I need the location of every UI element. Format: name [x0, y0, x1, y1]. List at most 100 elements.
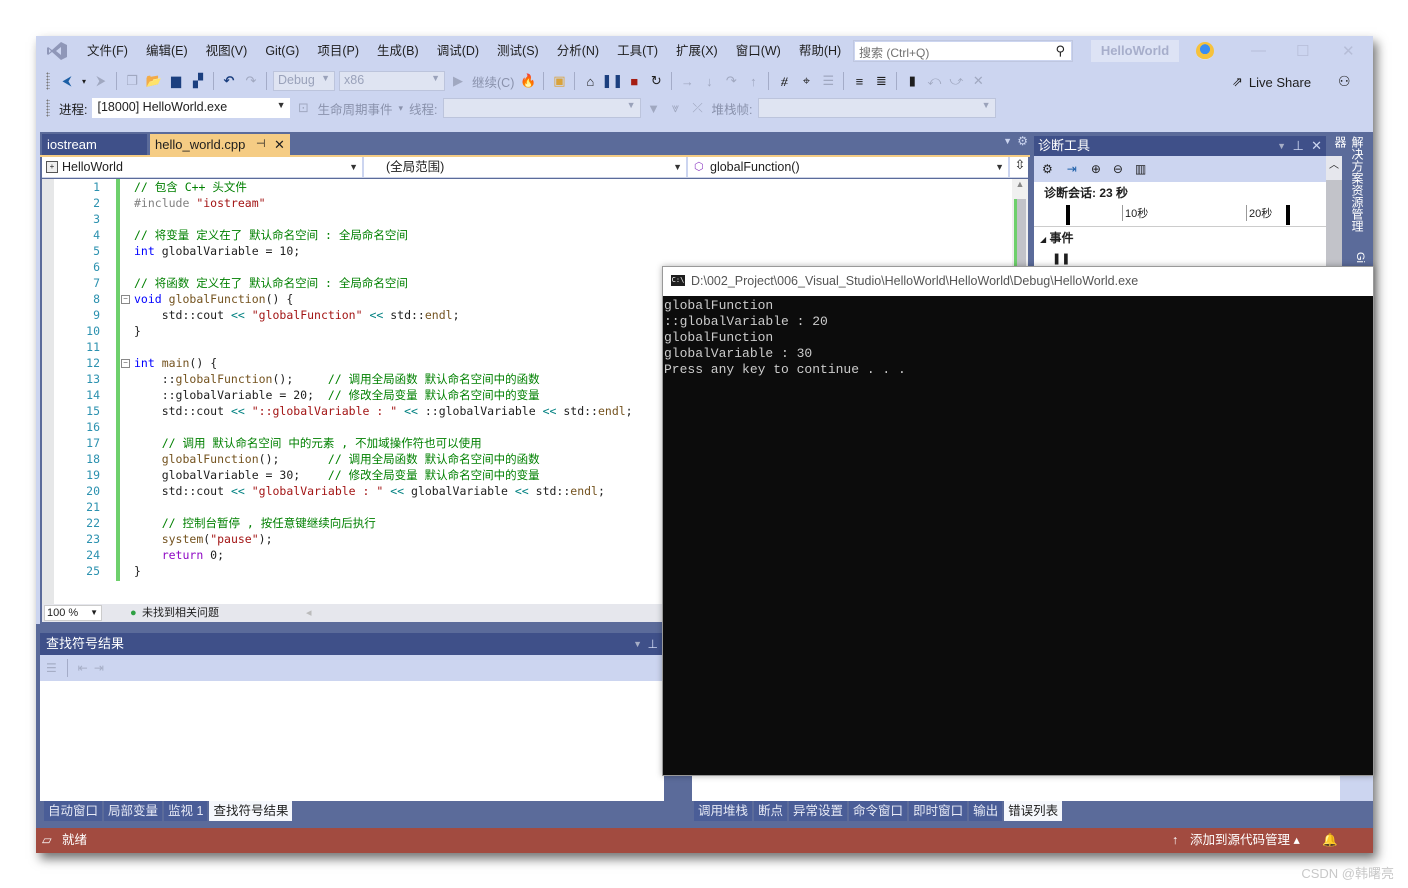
uncomment-icon[interactable]: ≣	[871, 71, 891, 91]
project-dropdown[interactable]: + HelloWorld ▼	[42, 157, 364, 177]
hex-display-icon[interactable]: ⧣	[774, 71, 794, 91]
fold-toggle-icon[interactable]: −	[121, 295, 130, 304]
process-window-icon[interactable]: ⌂	[580, 71, 600, 91]
back-dropdown-icon[interactable]: ▾	[79, 71, 89, 91]
console-window[interactable]: C:\ D:\002_Project\006_Visual_Studio\Hel…	[662, 266, 1374, 776]
step-over-icon[interactable]: ↷	[721, 71, 741, 91]
panel-menu-icon[interactable]: ▼	[633, 633, 642, 655]
bottom-tab[interactable]: 即时窗口	[909, 801, 968, 821]
menu-item-12[interactable]: 帮助(H)	[790, 36, 850, 66]
tab-hello-world-cpp[interactable]: hello_world.cpp ⊣ ✕	[150, 134, 290, 155]
close-tab-icon[interactable]: ✕	[274, 134, 285, 155]
toolbar-grip[interactable]	[46, 72, 50, 90]
menu-item-7[interactable]: 测试(S)	[488, 36, 548, 66]
next-result-icon[interactable]: ⇥	[94, 661, 104, 675]
zoom-out-icon[interactable]: ⊖	[1113, 162, 1123, 176]
tab-list-dropdown-icon[interactable]: ▼	[1003, 136, 1012, 146]
bookmark-icon[interactable]: ▮	[902, 71, 922, 91]
next-bookmark-icon[interactable]: ⤻	[946, 71, 966, 91]
menu-item-4[interactable]: 项目(P)	[308, 36, 368, 66]
export-icon[interactable]: ⇥	[1067, 162, 1077, 176]
issues-indicator[interactable]: 未找到相关问题	[142, 604, 219, 622]
search-box[interactable]: 搜索 (Ctrl+Q) ⚲	[853, 40, 1073, 62]
code-line[interactable]: // 包含 C++ 头文件	[134, 179, 1014, 195]
close-panel-icon[interactable]: ✕	[1311, 136, 1322, 156]
code-line[interactable]: int globalVariable = 10;	[134, 243, 1014, 259]
maximize-button[interactable]: ☐	[1296, 42, 1309, 60]
code-line[interactable]	[134, 211, 1014, 227]
stackframe-dropdown[interactable]: ▼	[757, 98, 996, 118]
bottom-tab[interactable]: 命令窗口	[849, 801, 908, 821]
forward-icon[interactable]: ⮞	[91, 71, 111, 91]
bottom-tab[interactable]: 查找符号结果	[209, 801, 293, 821]
open-file-icon[interactable]: 📂	[144, 71, 164, 91]
split-editor-icon[interactable]: ⇳	[1012, 157, 1028, 177]
platform-dropdown[interactable]: x86 ▼	[339, 71, 445, 91]
lifecycle-events-button[interactable]: 生命周期事件	[317, 99, 392, 118]
select-tools-icon[interactable]: ▥	[1135, 162, 1146, 176]
console-title-bar[interactable]: C:\ D:\002_Project\006_Visual_Studio\Hel…	[663, 267, 1373, 296]
minimize-button[interactable]: —	[1251, 42, 1266, 59]
settings-gear-icon[interactable]: ⚙	[1017, 134, 1028, 148]
pause-icon[interactable]: ❚❚	[601, 71, 623, 91]
code-line[interactable]: #include "iostream"	[134, 195, 1014, 211]
scope-dropdown[interactable]: (全局范围) ▼	[366, 157, 688, 177]
bottom-tab[interactable]: 局部变量	[104, 801, 163, 821]
step-out-icon[interactable]: ↑	[743, 71, 763, 91]
flag-filter-icon[interactable]: ⩔	[666, 98, 686, 118]
find-in-files-icon[interactable]: ▣	[549, 71, 569, 91]
menu-item-3[interactable]: Git(G)	[256, 36, 308, 66]
clear-results-icon[interactable]: ☰	[46, 661, 57, 675]
configuration-dropdown[interactable]: Debug ▼	[273, 71, 335, 91]
scroll-left-icon[interactable]: ◂	[306, 604, 312, 622]
member-dropdown[interactable]: ⬡ globalFunction() ▼	[690, 157, 1010, 177]
stop-icon[interactable]: ■	[624, 71, 644, 91]
bottom-tab[interactable]: 自动窗口	[44, 801, 103, 821]
menu-item-1[interactable]: 编辑(E)	[137, 36, 197, 66]
zoom-in-icon[interactable]: ⊕	[1091, 162, 1101, 176]
bottom-tab[interactable]: 输出	[969, 801, 1003, 821]
clear-bookmarks-icon[interactable]: ✕	[968, 71, 988, 91]
bottom-tab[interactable]: 异常设置	[789, 801, 848, 821]
process-dropdown[interactable]: [18000] HelloWorld.exe ▼	[92, 98, 291, 118]
notifications-bell-icon[interactable]: 🔔	[1322, 828, 1338, 853]
git-side-tab[interactable]: Gi	[1344, 248, 1366, 268]
redo-icon[interactable]: ↷	[241, 71, 261, 91]
continue-button[interactable]: 继续(C)	[472, 72, 514, 91]
stack-icon[interactable]: ☰	[818, 71, 838, 91]
solution-explorer-side-tab[interactable]: 解决方案资源管理器	[1333, 132, 1366, 242]
save-icon[interactable]: ▆	[166, 71, 186, 91]
pin-icon[interactable]: ⊥	[648, 633, 658, 655]
solution-name-badge[interactable]: HelloWorld	[1091, 40, 1179, 62]
restart-icon[interactable]: ↻	[646, 71, 666, 91]
thread-icon[interactable]: ⌖	[796, 71, 816, 91]
menu-item-0[interactable]: 文件(F)	[78, 36, 137, 66]
thread-dropdown[interactable]: ▼	[442, 98, 641, 118]
pin-icon[interactable]: ⊥	[1293, 136, 1304, 156]
menu-item-2[interactable]: 视图(V)	[197, 36, 257, 66]
panel-menu-icon[interactable]: ▼	[1277, 136, 1286, 156]
new-project-icon[interactable]: ❐	[122, 71, 142, 91]
user-avatar[interactable]	[1196, 42, 1214, 60]
feedback-icon[interactable]: ⚇	[1338, 73, 1351, 90]
bottom-tab[interactable]: 调用堆栈	[694, 801, 753, 821]
menu-item-6[interactable]: 调试(D)	[428, 36, 488, 66]
show-next-statement-icon[interactable]: →	[677, 71, 697, 91]
menu-item-10[interactable]: 扩展(X)	[667, 36, 727, 66]
toolbar-grip[interactable]	[46, 99, 50, 117]
expand-callstack-icon[interactable]: ⤫	[688, 98, 708, 118]
undo-icon[interactable]: ↶	[219, 71, 239, 91]
fold-toggle-icon[interactable]: −	[121, 359, 130, 368]
timeline-ruler[interactable]: 10秒 20秒	[1034, 203, 1326, 227]
live-share-button[interactable]: ⇗ Live Share	[1232, 74, 1311, 90]
settings-gear-icon[interactable]: ⚙	[1042, 162, 1053, 176]
prev-bookmark-icon[interactable]: ⤺	[924, 71, 944, 91]
events-section[interactable]: ◢ 事件	[1034, 227, 1326, 248]
save-all-icon[interactable]: ▞	[188, 71, 208, 91]
step-into-icon[interactable]: ↓	[699, 71, 719, 91]
bottom-tab[interactable]: 断点	[754, 801, 788, 821]
filter-icon[interactable]: ▼	[644, 98, 664, 118]
previous-result-icon[interactable]: ⇤	[78, 661, 88, 675]
continue-play-icon[interactable]: ▶	[448, 71, 468, 91]
pin-icon[interactable]: ⊣	[256, 134, 266, 155]
